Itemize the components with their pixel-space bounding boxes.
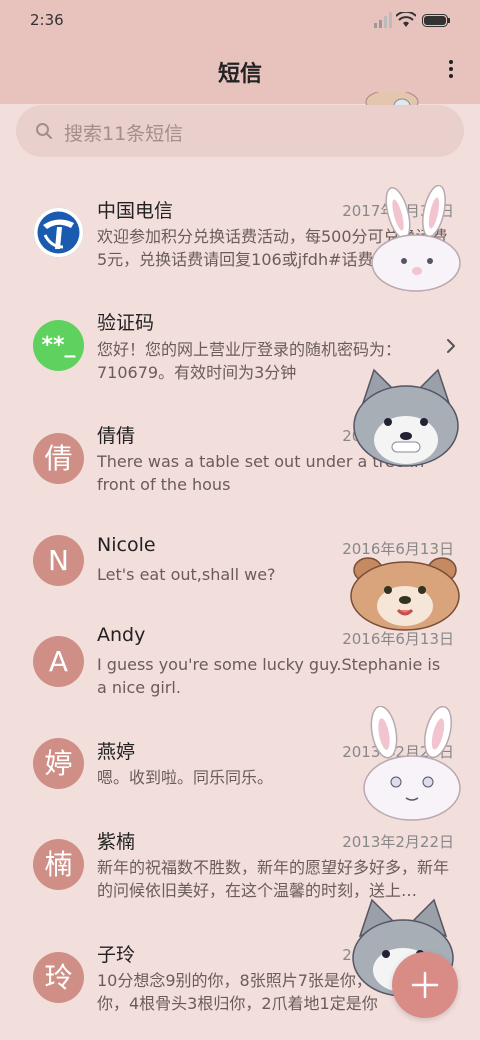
more-options-button[interactable]: [444, 58, 458, 80]
app-header: 2:36 短信: [0, 0, 480, 104]
conversation-name: 紫楠: [97, 831, 136, 853]
conversation-name: Nicole: [97, 534, 156, 556]
conversation-preview: 欢迎参加积分兑换话费活动，每500分可兑换话费5元，兑换话费请回复106或jfd…: [97, 227, 448, 269]
avatar: A: [33, 636, 84, 687]
conversation-name: 验证码: [97, 312, 155, 334]
conversation-item[interactable]: 楠 紫楠 2013年2月22日 新年的祝福数不胜数，新年的愿望好多好多，新年的问…: [0, 812, 480, 920]
conversation-item[interactable]: 倩 倩倩 2016年6月13日 There was a table set ou…: [0, 406, 480, 514]
conversation-name: 子玲: [97, 944, 136, 966]
conversation-date: 2013年2月22日: [342, 833, 454, 851]
conversation-preview: 嗯。收到啦。同乐同乐。: [97, 768, 274, 787]
conversation-item[interactable]: A Andy 2016年6月13日 I guess you're some lu…: [0, 609, 480, 717]
conversation-preview: 新年的祝福数不胜数，新年的愿望好多好多，新年的问候依旧美好，在这个温馨的时刻，送…: [97, 858, 450, 900]
conversation-date: 2016年6月13日: [342, 540, 454, 558]
conversation-name: 倩倩: [97, 425, 136, 447]
conversation-date: 2017年6月30日: [342, 202, 454, 220]
conversation-name: Andy: [97, 624, 146, 646]
conversation-date: 2016年6月13日: [342, 427, 454, 445]
chevron-right-icon[interactable]: [446, 338, 456, 354]
avatar: 楠: [33, 839, 84, 890]
plus-icon: [411, 971, 439, 999]
conversation-name: 燕婷: [97, 741, 136, 763]
status-time: 2:36: [30, 11, 64, 29]
avatar: 婷: [33, 738, 84, 789]
search-placeholder: 搜索11条短信: [64, 123, 184, 145]
conversation-item[interactable]: **_ 验证码 您好！您的网上营业厅登录的随机密码为：710679。有效时间为3…: [0, 293, 480, 401]
avatar: 玲: [33, 952, 84, 1003]
conversation-date: 2016年6月13日: [342, 630, 454, 648]
conversation-preview: I guess you're some lucky guy.Stephanie …: [97, 655, 441, 697]
status-icons: [374, 12, 454, 30]
page-title: 短信: [217, 62, 262, 87]
avatar: 倩: [33, 433, 84, 484]
compose-button[interactable]: [392, 952, 458, 1018]
status-bar: 2:36: [0, 0, 480, 40]
battery-icon: [422, 14, 450, 27]
search-input[interactable]: 搜索11条短信: [16, 105, 464, 157]
conversation-preview: There was a table set out under a tree i…: [97, 452, 425, 494]
conversation-name: 中国电信: [97, 200, 174, 222]
conversation-preview: 您好！您的网上营业厅登录的随机密码为：710679。有效时间为3分钟: [97, 340, 402, 382]
conversation-item[interactable]: 中国电信 2017年6月30日 欢迎参加积分兑换话费活动，每500分可兑换话费5…: [0, 180, 480, 288]
avatar: **_: [33, 320, 84, 371]
search-icon: [36, 123, 52, 139]
more-vertical-icon: [449, 60, 453, 64]
avatar: N: [33, 535, 84, 586]
china-telecom-logo-icon: [33, 207, 84, 258]
conversation-date: 2013年2月22日: [342, 743, 454, 761]
signal-icon: [374, 12, 392, 28]
conversation-preview: Let's eat out,shall we?: [97, 565, 276, 584]
wifi-icon: [396, 12, 416, 27]
